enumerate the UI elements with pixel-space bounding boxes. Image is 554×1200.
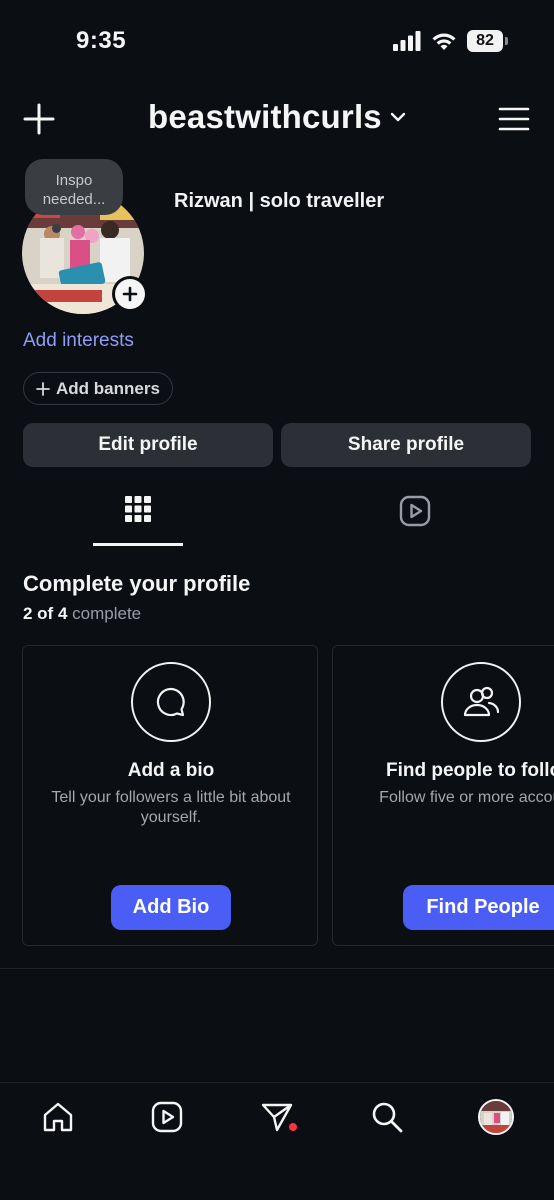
- nav-direct-messages[interactable]: [259, 1099, 297, 1135]
- add-banners-label: Add banners: [56, 378, 160, 398]
- reels-icon: [151, 1101, 183, 1133]
- plus-icon: [122, 286, 138, 302]
- status-bar: 9:35 82: [0, 0, 554, 84]
- tab-reels[interactable]: [370, 495, 460, 547]
- battery-cap: [505, 37, 508, 45]
- section-divider: [0, 968, 554, 969]
- status-icons: 82: [393, 30, 508, 52]
- bottom-nav-bar: [0, 1082, 554, 1200]
- add-interests-link[interactable]: Add interests: [23, 330, 134, 352]
- add-banners-chip[interactable]: Add banners: [23, 372, 173, 405]
- find-people-card: Find people to follow Follow five or mor…: [332, 645, 554, 946]
- edit-profile-button[interactable]: Edit profile: [23, 423, 273, 467]
- home-icon: [43, 1102, 73, 1132]
- share-profile-button[interactable]: Share profile: [281, 423, 531, 467]
- card-title: Find people to follow: [386, 760, 554, 781]
- chat-bubble-icon: [156, 687, 185, 717]
- wifi-icon: [432, 33, 456, 50]
- note-bubble[interactable]: Inspo needed...: [25, 159, 123, 215]
- create-plus-icon[interactable]: [22, 102, 56, 136]
- complete-profile-title: Complete your profile: [23, 571, 251, 596]
- add-story-button[interactable]: [112, 276, 148, 312]
- nav-home[interactable]: [40, 1099, 76, 1135]
- find-people-button[interactable]: Find People: [403, 885, 554, 930]
- tab-posts-grid[interactable]: [93, 495, 183, 547]
- profile-avatar-small: [478, 1099, 514, 1135]
- nav-profile[interactable]: [478, 1099, 514, 1135]
- profile-header: beastwithcurls: [0, 94, 554, 144]
- battery-indicator: 82: [467, 30, 508, 52]
- add-bio-card: Add a bio Tell your followers a little b…: [22, 645, 318, 946]
- hamburger-menu-icon[interactable]: [498, 106, 530, 132]
- account-switcher[interactable]: beastwithcurls: [148, 98, 406, 136]
- grid-icon: [125, 496, 151, 522]
- plus-icon: [36, 381, 50, 396]
- reels-icon: [399, 495, 431, 527]
- search-icon: [372, 1102, 403, 1133]
- cellular-signal-icon: [393, 31, 421, 51]
- notification-dot: [289, 1123, 297, 1131]
- add-bio-button[interactable]: Add Bio: [111, 885, 231, 930]
- active-tab-indicator: [93, 543, 183, 546]
- progress-count: 2 of 4: [23, 604, 68, 623]
- people-icon: [463, 686, 500, 717]
- card-title: Add a bio: [127, 760, 215, 781]
- progress-suffix: complete: [72, 604, 142, 623]
- card-icon-circle: [131, 662, 211, 742]
- complete-profile-progress: 2 of 4 complete: [23, 604, 141, 624]
- chevron-down-icon: [390, 112, 406, 122]
- card-description: Follow five or more accounts: [379, 789, 554, 806]
- card-icon-circle: [441, 662, 521, 742]
- username: beastwithcurls: [148, 98, 382, 135]
- card-description: Tell your followers a little bit about y…: [51, 789, 291, 826]
- nav-search[interactable]: [369, 1099, 405, 1135]
- battery-level: 82: [467, 30, 503, 52]
- status-time: 9:35: [76, 27, 127, 54]
- display-name: Rizwan | solo traveller: [174, 190, 385, 212]
- note-bubble-tail: [52, 224, 61, 233]
- nav-reels[interactable]: [149, 1099, 185, 1135]
